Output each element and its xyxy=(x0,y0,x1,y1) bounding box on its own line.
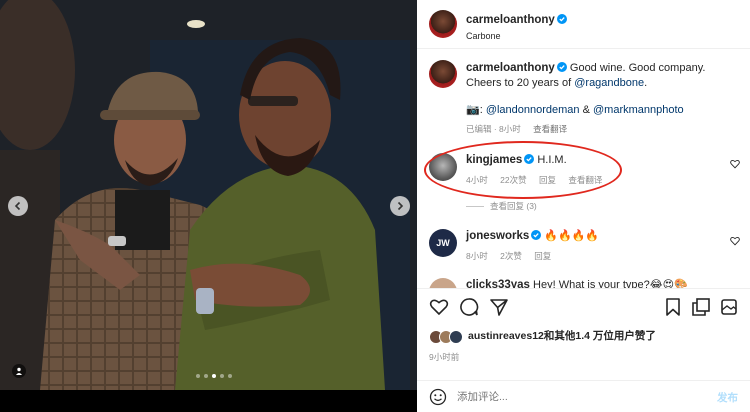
person-icon xyxy=(16,367,22,375)
mention-markmannphoto[interactable]: @markmannphoto xyxy=(593,104,684,116)
add-comment-bar: 发布 xyxy=(417,380,750,412)
post-location[interactable]: Carbone xyxy=(466,31,567,41)
photo-illustration xyxy=(0,0,417,390)
mention-landonnordeman[interactable]: @landonnordeman xyxy=(486,104,580,116)
liker-username[interactable]: austinreaves12 xyxy=(468,330,544,342)
comment-likes[interactable]: 22次赞 xyxy=(500,175,526,185)
comment-input[interactable] xyxy=(457,388,697,406)
photo-bottom-bar xyxy=(0,390,417,412)
caption-line-2-prefix: Cheers to 20 years of xyxy=(466,77,575,89)
liker-avatar[interactable] xyxy=(449,329,463,344)
verified-badge-icon xyxy=(556,14,567,24)
comment-time: 4小时 xyxy=(466,175,488,185)
comment-username[interactable]: jonesworks xyxy=(466,230,529,242)
actions-divider xyxy=(417,288,750,289)
like-comment-heart-icon[interactable] xyxy=(730,159,740,169)
comment-jonesworks: jonesworks 🔥🔥🔥🔥 8小时 2次赞 回复 xyxy=(466,229,726,262)
caption-line-1: Good wine. Good company. xyxy=(569,62,706,74)
comment-text: Hey! What is your type?😂😍🎨 xyxy=(533,279,688,288)
like-heart-icon[interactable] xyxy=(429,297,449,317)
comment-avatar-jonesworks[interactable]: JW xyxy=(429,229,457,257)
comment-likes[interactable]: 2次赞 xyxy=(500,251,522,261)
comment-username[interactable]: clicks33yas xyxy=(466,279,530,288)
likes-count-text[interactable]: 和其他1.4 万位用户赞了 xyxy=(544,330,656,342)
like-comment-heart-icon[interactable] xyxy=(730,236,740,246)
chevron-right-icon xyxy=(397,201,404,211)
previous-slide-button[interactable] xyxy=(8,196,28,216)
comment-translate-link[interactable]: 查看翻译 xyxy=(568,175,602,185)
carousel-indicator xyxy=(196,374,232,378)
caption-username[interactable]: carmeloanthony xyxy=(466,62,555,74)
comment-text: H.I.M. xyxy=(537,154,567,166)
comment-avatar-clicks33yas[interactable] xyxy=(429,278,457,288)
comment-text: 🔥🔥🔥🔥 xyxy=(544,230,600,242)
carousel-dot-active xyxy=(212,374,216,378)
comment-avatar-kingjames[interactable] xyxy=(429,153,457,181)
caption-edited-time: 已编辑 · 8小时 xyxy=(466,124,521,134)
comment-time: 8小时 xyxy=(466,251,488,261)
mention-ragandbone[interactable]: @ragandbone xyxy=(574,77,644,89)
author-username[interactable]: carmeloanthony xyxy=(466,14,555,26)
carousel-dot xyxy=(228,374,232,378)
view-replies-button[interactable]: 查看回复 (3) xyxy=(490,201,537,211)
photo-scene xyxy=(0,0,417,390)
comment-username[interactable]: kingjames xyxy=(466,154,522,166)
caption-translate-link[interactable]: 查看翻译 xyxy=(533,124,567,134)
comments-panel: carmeloanthony Carbone carmeloanthony Go… xyxy=(417,0,750,412)
save-bookmark-icon[interactable] xyxy=(663,297,683,317)
header-divider xyxy=(417,48,750,49)
post-header: carmeloanthony Carbone xyxy=(417,0,750,48)
caption: carmeloanthony Good wine. Good company. … xyxy=(466,61,741,135)
next-slide-button[interactable] xyxy=(390,196,410,216)
author-avatar[interactable] xyxy=(429,10,457,38)
comment-kingjames: kingjames H.I.M. 4小时 22次赞 回复 查看翻译 查看回复 (… xyxy=(466,153,726,212)
carousel-dot xyxy=(204,374,208,378)
verified-badge-icon xyxy=(531,230,542,240)
copy-icon[interactable] xyxy=(691,297,711,317)
replies-line xyxy=(466,206,484,208)
post-photo[interactable] xyxy=(0,0,417,412)
credit-and: & xyxy=(579,104,593,116)
verified-badge-icon xyxy=(524,154,535,164)
more-options-icon[interactable] xyxy=(719,297,739,317)
carousel-dot xyxy=(220,374,224,378)
camera-emoji-prefix: 📷: xyxy=(466,104,486,116)
likes-summary: austinreaves12和其他1.4 万位用户赞了 xyxy=(429,329,656,344)
carousel-dot xyxy=(196,374,200,378)
post-comment-button[interactable]: 发布 xyxy=(717,390,738,405)
chevron-left-icon xyxy=(14,201,21,211)
tagged-users-button[interactable] xyxy=(12,364,26,378)
comment-partial-clip: clicks33yas Hey! What is your type?😂😍🎨 xyxy=(429,278,750,288)
caption-line-2-suffix: . xyxy=(644,77,648,89)
post-time: 9小时前 xyxy=(429,352,460,362)
comment-bubble-icon[interactable] xyxy=(459,297,479,317)
caption-avatar[interactable] xyxy=(429,60,457,88)
comment-reply-button[interactable]: 回复 xyxy=(534,251,551,261)
verified-badge-icon xyxy=(556,62,567,72)
emoji-smiley-icon[interactable] xyxy=(429,388,447,406)
share-send-icon[interactable] xyxy=(489,297,509,317)
comment-reply-button[interactable]: 回复 xyxy=(539,175,556,185)
